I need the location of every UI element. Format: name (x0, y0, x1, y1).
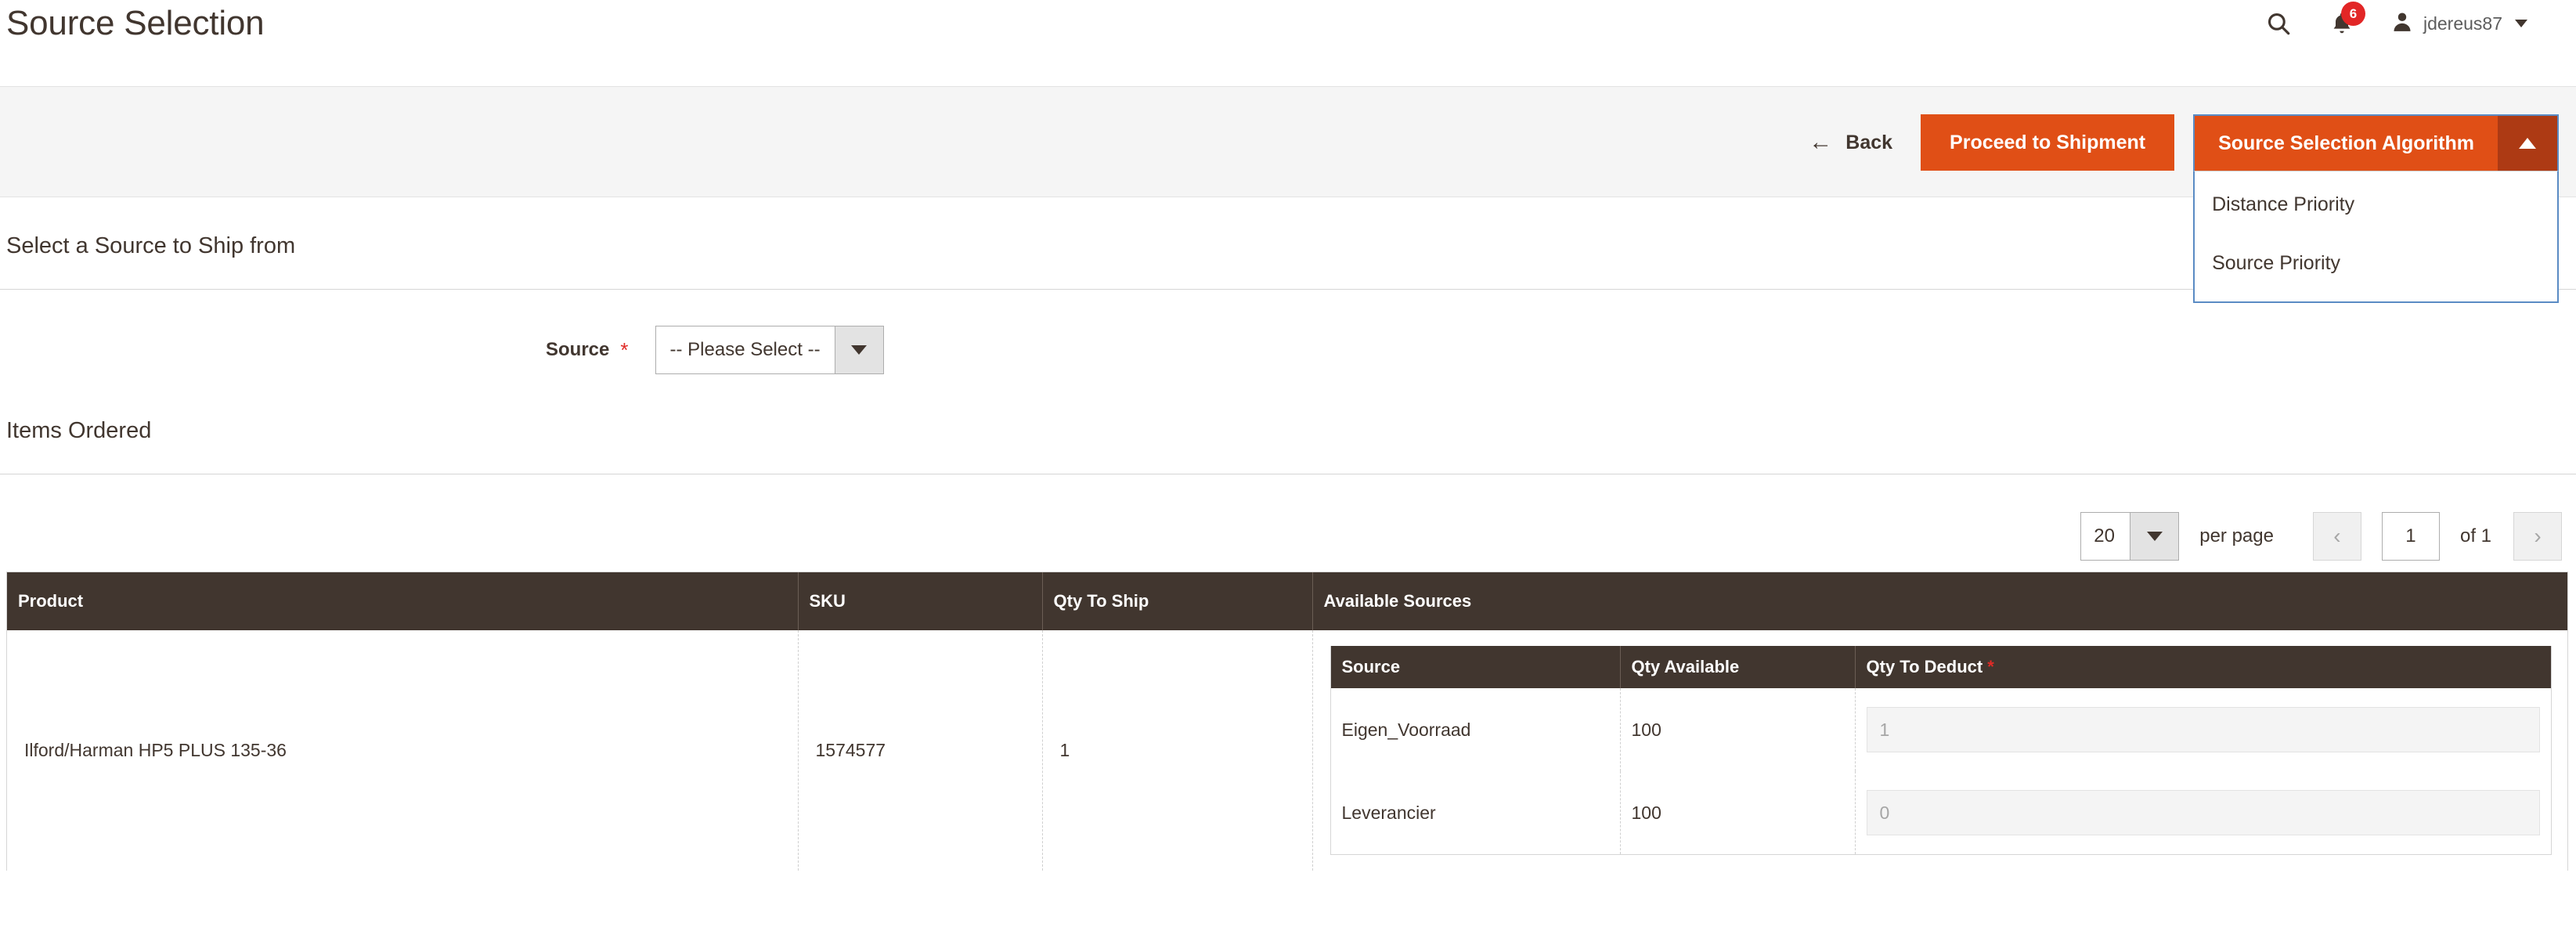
cell-source-name: Eigen_Voorraad (1330, 688, 1621, 771)
cell-qty-to-deduct (1855, 688, 2551, 771)
chevron-down-icon (2515, 20, 2527, 27)
per-page-label: per page (2199, 525, 2274, 546)
user-name: jdereus87 (2423, 13, 2502, 34)
pagination-controls: 20 per page ‹ of 1 › (0, 509, 2576, 564)
cell-sku: 1574577 (798, 630, 1043, 871)
available-sources-table: Source Qty Available Qty To Deduct * Eige… (1329, 646, 2552, 855)
source-select-value: -- Please Select -- (669, 339, 821, 360)
proceed-to-shipment-button[interactable]: Proceed to Shipment (1921, 114, 2175, 171)
required-marker: * (620, 338, 629, 362)
cell-qty-to-ship: 1 (1042, 630, 1313, 871)
previous-page-button[interactable]: ‹ (2312, 512, 2361, 561)
notifications-button[interactable]: 6 (2311, 2, 2373, 41)
table-body: Ilford/Harman HP5 PLUS 135-36 1574577 1 … (7, 630, 2567, 871)
source-field-row: Source * -- Please Select -- (0, 321, 2576, 379)
user-menu[interactable]: jdereus87 (2373, 9, 2535, 38)
column-header-sku: SKU (798, 572, 1043, 630)
chevron-down-icon (2130, 513, 2179, 560)
cell-available-sources: Source Qty Available Qty To Deduct * Eige… (1312, 630, 2567, 871)
table-head: Product SKU Qty To Ship Available Source… (7, 572, 2567, 630)
source-row: Leverancier 100 (1330, 771, 2551, 855)
arrow-left-icon: ← (1809, 129, 1833, 155)
per-page-value: 20 (2094, 525, 2115, 546)
page-header: Source Selection 6 jdereus87 (0, 0, 2576, 86)
chevron-up-icon (2519, 138, 2536, 149)
back-button-label: Back (1845, 131, 1893, 153)
menu-item-distance-priority[interactable]: Distance Priority (2195, 182, 2557, 227)
source-select[interactable]: -- Please Select -- (655, 326, 884, 374)
page-number-input[interactable] (2381, 512, 2440, 561)
items-ordered-table: Product SKU Qty To Ship Available Source… (7, 572, 2567, 871)
table-row: Ilford/Harman HP5 PLUS 135-36 1574577 1 … (7, 630, 2567, 871)
back-button[interactable]: ← Back (1780, 131, 1921, 154)
column-header-available-sources: Available Sources (1312, 572, 2567, 630)
page-title: Source Selection (6, 4, 265, 42)
items-ordered-table-wrapper: Product SKU Qty To Ship Available Source… (6, 572, 2568, 871)
sources-table-head: Source Qty Available Qty To Deduct * (1330, 646, 2551, 688)
cell-product: Ilford/Harman HP5 PLUS 135-36 (7, 630, 799, 871)
column-header-source: Source (1330, 646, 1621, 688)
menu-item-source-priority[interactable]: Source Priority (2195, 241, 2557, 286)
split-button-toggle[interactable] (2498, 116, 2557, 171)
source-field-label: Source (546, 339, 610, 360)
source-selection-algorithm-split-button: Source Selection Algorithm Distance Prio… (2193, 114, 2559, 303)
items-ordered-heading: Items Ordered (6, 418, 152, 443)
column-header-qty-to-ship: Qty To Ship (1042, 572, 1313, 630)
split-button-main: Source Selection Algorithm (2193, 114, 2559, 171)
next-page-button[interactable]: › (2513, 512, 2562, 561)
page-content: Select a Source to Ship from Source * --… (0, 197, 2576, 871)
table-header-row: Product SKU Qty To Ship Available Source… (7, 572, 2567, 630)
qty-to-deduct-input[interactable] (1866, 707, 2540, 752)
qty-to-deduct-input[interactable] (1866, 790, 2540, 835)
column-header-product: Product (7, 572, 799, 630)
bell-icon: 6 (2329, 2, 2365, 37)
select-source-heading: Select a Source to Ship from (6, 233, 296, 258)
column-header-qty-to-deduct: Qty To Deduct * (1855, 646, 2551, 688)
sources-header-row: Source Qty Available Qty To Deduct * (1330, 646, 2551, 688)
cell-qty-to-deduct (1855, 771, 2551, 855)
cell-source-name: Leverancier (1330, 771, 1621, 855)
chevron-down-icon (834, 326, 883, 373)
column-header-qty-available: Qty Available (1620, 646, 1856, 688)
page-actions-bar: ← Back Proceed to Shipment Source Select… (0, 86, 2576, 303)
total-pages-label: of 1 (2459, 525, 2491, 546)
search-icon[interactable] (2246, 6, 2311, 41)
source-selection-algorithm-button[interactable]: Source Selection Algorithm (2195, 116, 2498, 171)
required-marker: * (1987, 657, 1994, 676)
source-row: Eigen_Voorraad 100 (1330, 688, 2551, 771)
per-page-select[interactable]: 20 (2080, 512, 2180, 561)
sources-table-body: Eigen_Voorraad 100 Leverancier 100 (1330, 688, 2551, 855)
header-actions: 6 jdereus87 (2246, 2, 2535, 41)
user-avatar-icon (2390, 9, 2414, 38)
source-selection-algorithm-menu: Distance Priority Source Priority (2193, 171, 2559, 303)
qty-to-deduct-label: Qty To Deduct (1866, 657, 1983, 676)
cell-qty-available: 100 (1620, 771, 1856, 855)
notifications-badge: 6 (2340, 2, 2365, 26)
page-actions-group: ← Back Proceed to Shipment Source Select… (1780, 87, 2559, 303)
cell-qty-available: 100 (1620, 688, 1856, 771)
